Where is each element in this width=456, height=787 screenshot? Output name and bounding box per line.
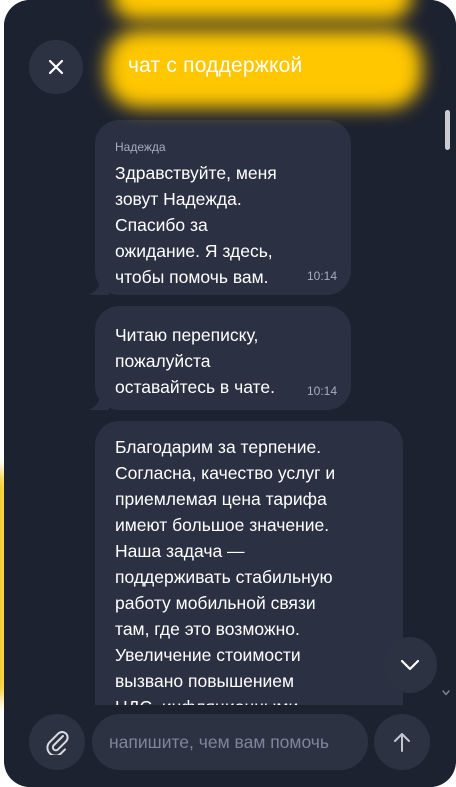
message-text-line: Здравствуйте, меня (115, 163, 277, 183)
message-text-line: Читаю переписку, (115, 325, 259, 345)
message-text-line: имеют большое значение. (115, 515, 330, 535)
message-text-line: НДС, инфляционными (115, 694, 393, 705)
message-text-line: оставайтесь в чате. (115, 377, 275, 397)
message-text-line: чтобы помочь вам. (115, 267, 269, 287)
scrollbar-thumb[interactable] (445, 110, 450, 150)
message-time: 10:14 (306, 384, 337, 398)
send-button[interactable] (374, 714, 430, 770)
message-text-line: там, где это возможно. (115, 619, 300, 639)
message-text-line: Благодарим за терпение. (115, 437, 322, 457)
message-sender: Надежда (115, 140, 166, 154)
chat-message: Читаю переписку, пожалуйста оставайтесь … (89, 306, 351, 410)
message-text-line: работу мобильной связи (115, 593, 316, 613)
message-text-line: Спасибо за (115, 215, 208, 235)
paperclip-icon (46, 731, 69, 755)
chat-message: Надежда Здравствуйте, меня зовут Надежда… (89, 120, 351, 295)
chat-header: чат с поддержкой (4, 0, 456, 115)
message-text-line: приемлемая цена тарифа (115, 489, 327, 509)
message-input[interactable] (92, 714, 368, 770)
message-time: 10:14 (306, 269, 337, 283)
arrow-up-icon (394, 733, 410, 752)
close-button[interactable] (29, 40, 83, 94)
message-list[interactable]: Надежда Здравствуйте, меня зовут Надежда… (4, 115, 456, 705)
chat-title: чат с поддержкой (128, 54, 303, 77)
message-text-line: Наша задача — (115, 541, 245, 561)
header-decoration (112, 0, 412, 20)
scrollbar-down-arrow-icon[interactable] (441, 688, 451, 698)
message-text-line: Согласна, качество услуг и (115, 463, 336, 483)
message-text-line: поддерживать стабильную (115, 567, 333, 587)
scroll-to-bottom-button[interactable] (383, 637, 437, 693)
screen: Надежда Здравствуйте, меня зовут Надежда… (0, 0, 456, 787)
chat-message: Благодарим за терпение. Согласна, качест… (95, 421, 403, 705)
message-text-line: Увеличение стоимости (115, 645, 301, 665)
support-chat-window: Надежда Здравствуйте, меня зовут Надежда… (4, 0, 456, 787)
attach-button[interactable] (29, 714, 85, 770)
message-composer (4, 705, 456, 787)
bubble-tail (89, 277, 109, 295)
chevron-down-icon (400, 659, 420, 671)
bubble-tail (89, 392, 109, 410)
message-text-line: вызвано повышением (115, 671, 295, 691)
close-icon (48, 59, 64, 75)
message-text-line: пожалуйста (115, 351, 211, 371)
message-text-line: ожидание. Я здесь, (115, 241, 273, 261)
message-text-line: зовут Надежда. (115, 189, 242, 209)
